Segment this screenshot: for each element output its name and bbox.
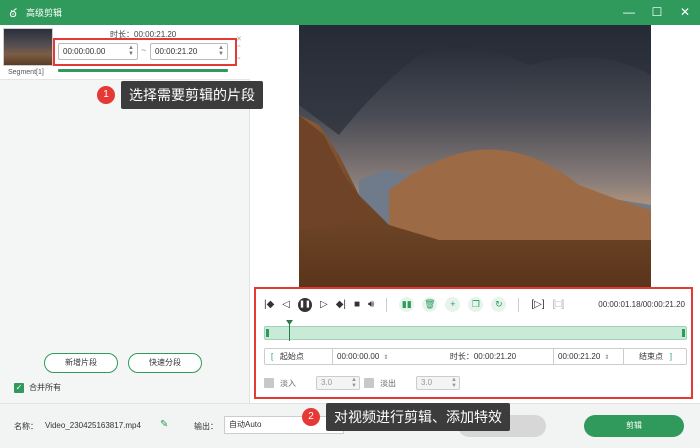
- pause-icon[interactable]: ❚❚: [298, 297, 312, 312]
- spin-arrows-icon[interactable]: ▲ ▼: [451, 377, 457, 389]
- timeline-end-handle[interactable]: [682, 329, 685, 337]
- close-icon[interactable]: ✕: [678, 4, 692, 20]
- fade-out-input[interactable]: 3.0 ▲ ▼: [416, 376, 460, 390]
- spin-arrows-icon[interactable]: ⇕: [383, 355, 388, 361]
- set-start-point-button[interactable]: [ 起始点: [265, 349, 333, 364]
- timeline-track[interactable]: [264, 320, 687, 341]
- window-title: 高级剪辑: [26, 8, 63, 18]
- segment-end-value: 00:00:21.20: [155, 47, 198, 56]
- name-label: 名称：: [14, 422, 38, 431]
- merge-all-checkbox[interactable]: ✓ 合并所有: [14, 382, 61, 393]
- range-separator: ~: [141, 45, 147, 55]
- fade-in-checkbox[interactable]: [264, 378, 274, 388]
- split-icon[interactable]: ▮▮: [399, 297, 415, 312]
- title-bar: ఠ 高级剪辑 — ☐ ✕: [0, 0, 700, 25]
- quick-split-button[interactable]: 快速分段: [128, 353, 202, 373]
- fade-out-control: 淡出 3.0 ▲ ▼: [364, 376, 460, 390]
- video-preview: [251, 25, 700, 287]
- delete-icon[interactable]: 🗑︎: [422, 297, 438, 312]
- checkbox-checked-icon[interactable]: ✓: [14, 382, 24, 393]
- set-end-point-button[interactable]: 结束点 ]: [623, 349, 687, 364]
- add-icon[interactable]: +: [445, 297, 461, 312]
- callout-select-segment: 1 选择需要剪辑的片段: [97, 81, 263, 109]
- play-segment-icon[interactable]: [▷]: [531, 299, 544, 310]
- toolbar-divider: [518, 297, 520, 312]
- playback-toolbar: |◆ ◁ ❚❚ ▷ ◆| ■ 🔊︎ ▮▮ 🗑︎ + ❐ ↻ [▷] [□]: [264, 297, 564, 312]
- playhead[interactable]: [289, 321, 290, 341]
- maximize-icon[interactable]: ☐: [650, 4, 664, 20]
- add-segment-button[interactable]: 新增片段: [44, 353, 118, 373]
- app-logo-icon: ఠ: [9, 5, 17, 20]
- video-preview-image: [299, 25, 651, 287]
- volume-icon[interactable]: 🔊︎: [368, 299, 374, 310]
- callout-number: 1: [97, 86, 115, 104]
- fade-out-value: 3.0: [421, 378, 433, 387]
- spin-arrows-icon[interactable]: ▲ ▼: [128, 45, 134, 57]
- current-time: 00:00:01.18/00:00:21.20: [598, 300, 685, 309]
- stop-icon[interactable]: ■: [354, 299, 360, 310]
- callout-edit-effects: 2 对视频进行剪辑、添加特效: [302, 403, 510, 431]
- cut-button[interactable]: 剪辑: [584, 415, 684, 437]
- start-point-label: 起始点: [279, 352, 304, 361]
- segment-item[interactable]: Segment[1] 时长：00:00:21.20 00:00:00.00 ▲ ▼…: [0, 25, 250, 80]
- spin-arrows-icon[interactable]: ▲ ▼: [351, 377, 357, 389]
- go-to-end-icon[interactable]: ◆|: [336, 299, 346, 310]
- fade-out-label: 淡出: [380, 378, 396, 388]
- callout-text: 对视频进行剪辑、添加特效: [326, 403, 510, 431]
- end-time-input[interactable]: 00:00:21.20 ⇕: [553, 349, 621, 364]
- spin-arrows-icon[interactable]: ▲ ▼: [218, 45, 224, 57]
- merge-all-label: 合并所有: [29, 383, 61, 392]
- fade-in-control: 淡入 3.0 ▲ ▼: [264, 376, 360, 390]
- fullscreen-icon[interactable]: [□]: [553, 299, 565, 310]
- start-time-value: 00:00:00.00: [337, 352, 380, 361]
- output-label: 输出：: [194, 422, 218, 431]
- fade-in-value: 3.0: [321, 378, 333, 387]
- end-point-label: 结束点: [639, 352, 664, 361]
- copy-icon[interactable]: ❐: [468, 297, 484, 312]
- timeline-start-handle[interactable]: [266, 329, 269, 337]
- minimize-icon[interactable]: —: [622, 4, 636, 20]
- go-to-start-icon[interactable]: |◆: [264, 299, 274, 310]
- fade-in-input[interactable]: 3.0 ▲ ▼: [316, 376, 360, 390]
- fade-in-label: 淡入: [280, 378, 296, 388]
- segment-tool-icons[interactable]: ✕ ⌃ ⌄: [236, 35, 242, 62]
- edit-controls-panel: |◆ ◁ ❚❚ ▷ ◆| ■ 🔊︎ ▮▮ 🗑︎ + ❐ ↻ [▷] [□] 00…: [254, 287, 693, 399]
- spin-arrows-icon[interactable]: ⇕: [604, 355, 609, 361]
- reset-icon[interactable]: ↻: [491, 297, 507, 312]
- range-row: [ 起始点 00:00:00.00 ⇕ 时长：00:00:21.20 00:00:…: [264, 348, 687, 365]
- segment-start-field[interactable]: 00:00:00.00 ▲ ▼: [58, 43, 138, 60]
- segment-thumbnail[interactable]: [3, 28, 53, 66]
- segment-start-value: 00:00:00.00: [63, 47, 106, 56]
- segment-end-field[interactable]: 00:00:21.20 ▲ ▼: [150, 43, 228, 60]
- previous-frame-icon[interactable]: ◁: [282, 299, 290, 310]
- end-time-value: 00:00:21.20: [558, 352, 601, 361]
- callout-text: 选择需要剪辑的片段: [121, 81, 263, 109]
- segment-range-bar: [58, 69, 228, 72]
- callout-number: 2: [302, 408, 320, 426]
- range-duration: 时长：00:00:21.20: [449, 352, 517, 361]
- start-time-input[interactable]: 00:00:00.00 ⇕: [335, 349, 403, 364]
- edit-name-icon[interactable]: ✎: [160, 419, 168, 430]
- segment-label: Segment[1]: [8, 69, 44, 76]
- fade-out-checkbox[interactable]: [364, 378, 374, 388]
- toolbar-divider: [386, 297, 388, 312]
- file-name: Video_230425163817.mp4: [45, 421, 141, 430]
- next-frame-icon[interactable]: ▷: [320, 299, 328, 310]
- window-controls: — ☐ ✕: [622, 4, 692, 20]
